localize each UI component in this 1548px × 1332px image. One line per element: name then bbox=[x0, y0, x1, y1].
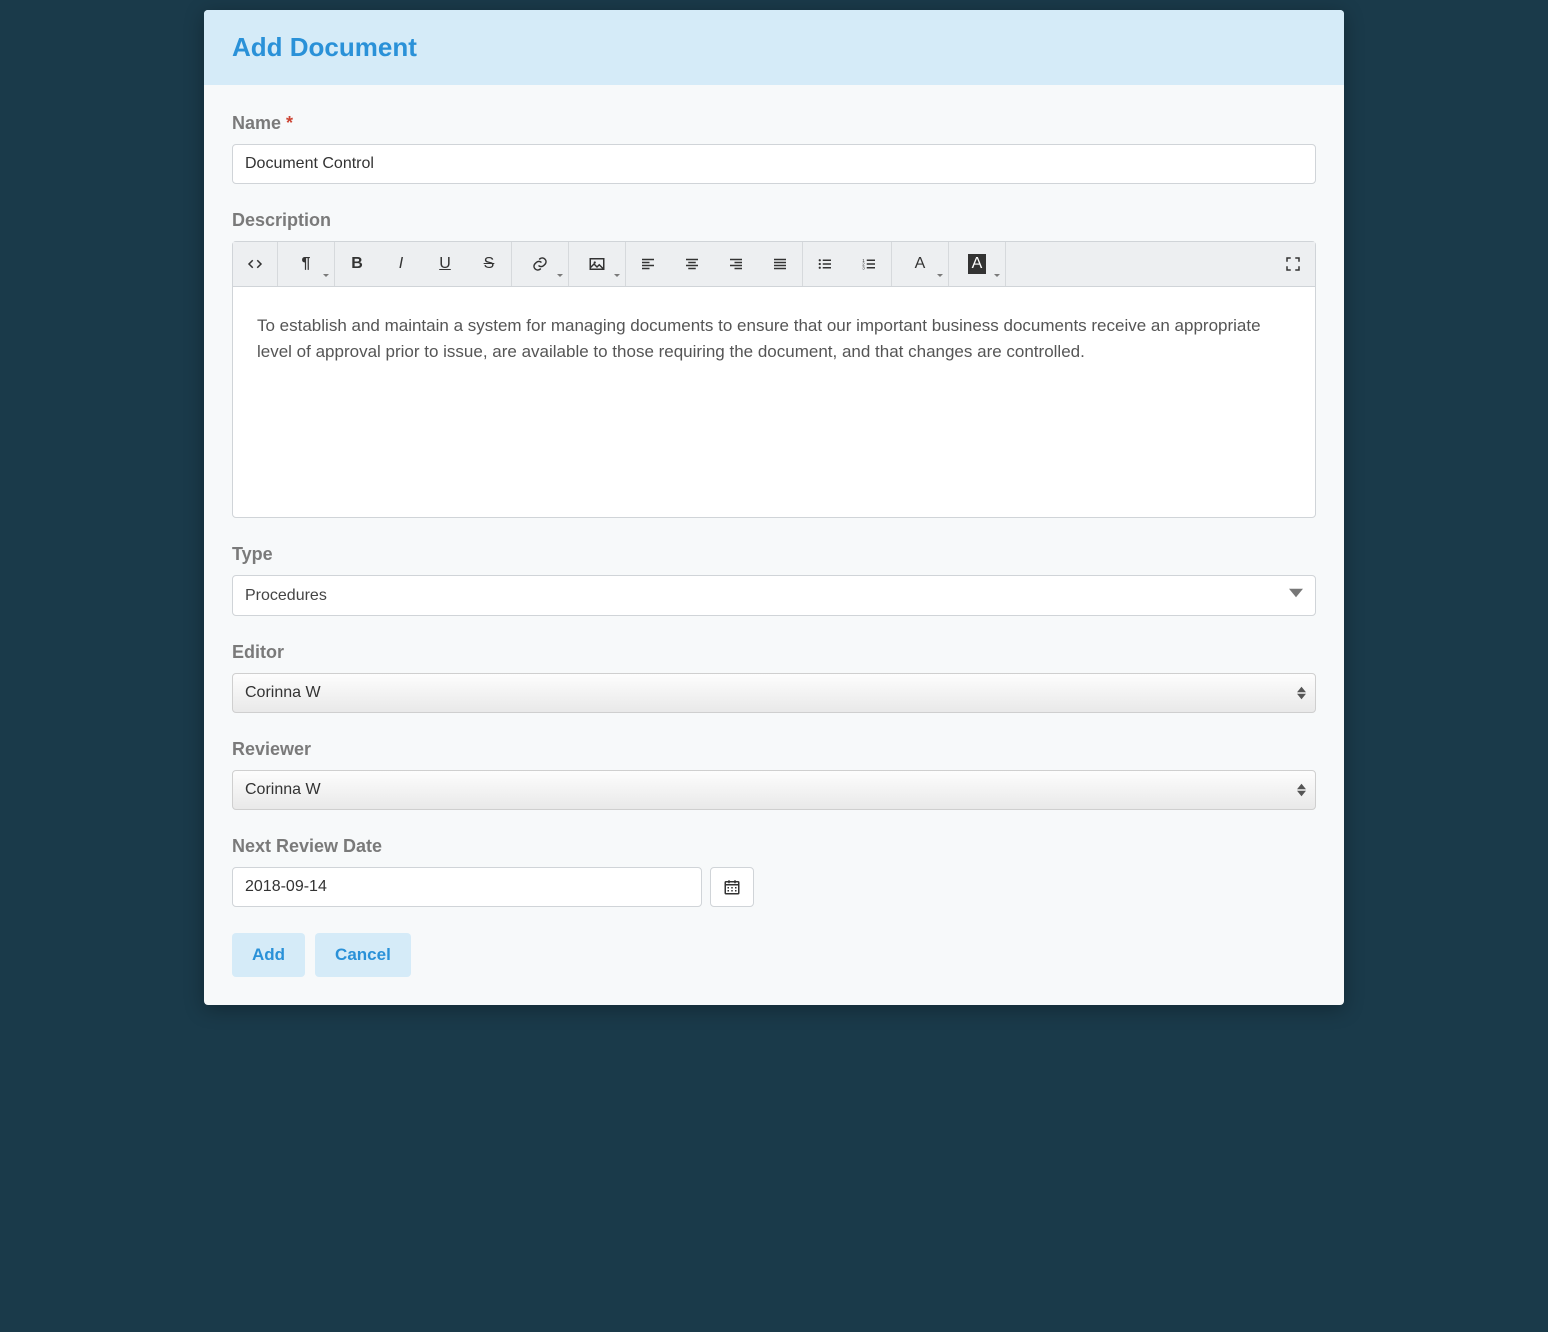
next-review-date-input[interactable] bbox=[232, 867, 702, 907]
editor-select[interactable]: Corinna W bbox=[232, 673, 1316, 713]
next-review-field-group: Next Review Date bbox=[232, 836, 1316, 907]
strikethrough-icon: S bbox=[484, 255, 495, 273]
action-row: Add Cancel bbox=[232, 933, 1316, 977]
italic-button[interactable]: I bbox=[379, 242, 423, 286]
editor-field-group: Editor Corinna W bbox=[232, 642, 1316, 713]
strikethrough-button[interactable]: S bbox=[467, 242, 511, 286]
align-left-button[interactable] bbox=[626, 242, 670, 286]
chevron-down-icon bbox=[1289, 586, 1303, 605]
insert-link-button[interactable] bbox=[512, 242, 568, 286]
type-select[interactable]: Procedures bbox=[232, 575, 1316, 616]
name-input[interactable] bbox=[232, 144, 1316, 184]
align-right-button[interactable] bbox=[714, 242, 758, 286]
bg-color-icon: A bbox=[968, 254, 987, 274]
underline-button[interactable]: U bbox=[423, 242, 467, 286]
italic-icon: I bbox=[399, 255, 403, 273]
required-marker: * bbox=[286, 113, 293, 133]
text-color-icon: A bbox=[915, 255, 926, 273]
bullet-list-icon bbox=[816, 255, 834, 273]
code-icon bbox=[246, 255, 264, 273]
description-textarea[interactable]: To establish and maintain a system for m… bbox=[233, 287, 1315, 517]
insert-image-button[interactable] bbox=[569, 242, 625, 286]
image-icon bbox=[588, 255, 606, 273]
cancel-button[interactable]: Cancel bbox=[315, 933, 411, 977]
description-label: Description bbox=[232, 210, 1316, 231]
add-button[interactable]: Add bbox=[232, 933, 305, 977]
align-justify-button[interactable] bbox=[758, 242, 802, 286]
reviewer-label: Reviewer bbox=[232, 739, 1316, 760]
modal-title: Add Document bbox=[232, 32, 1316, 63]
modal-header: Add Document bbox=[204, 10, 1344, 85]
reviewer-field-group: Reviewer Corinna W bbox=[232, 739, 1316, 810]
ordered-list-button[interactable]: 123 bbox=[847, 242, 891, 286]
name-label-text: Name bbox=[232, 113, 281, 133]
align-left-icon bbox=[639, 255, 657, 273]
link-icon bbox=[531, 255, 549, 273]
underline-icon: U bbox=[439, 255, 451, 273]
ordered-list-icon: 123 bbox=[860, 255, 878, 273]
reviewer-select[interactable]: Corinna W bbox=[232, 770, 1316, 810]
align-justify-icon bbox=[771, 255, 789, 273]
calendar-icon bbox=[723, 878, 741, 896]
modal-body: Name * Description ¶ bbox=[204, 85, 1344, 1005]
fullscreen-button[interactable] bbox=[1271, 242, 1315, 286]
editor-toolbar: ¶ B I U S bbox=[233, 242, 1315, 287]
next-review-label: Next Review Date bbox=[232, 836, 1316, 857]
rich-text-editor: ¶ B I U S bbox=[232, 241, 1316, 518]
text-color-button[interactable]: A bbox=[892, 242, 948, 286]
description-field-group: Description ¶ B I bbox=[232, 210, 1316, 518]
type-label: Type bbox=[232, 544, 1316, 565]
name-field-group: Name * bbox=[232, 113, 1316, 184]
reviewer-value: Corinna W bbox=[245, 781, 321, 798]
svg-text:3: 3 bbox=[862, 265, 865, 270]
pilcrow-icon: ¶ bbox=[302, 255, 311, 273]
bold-button[interactable]: B bbox=[335, 242, 379, 286]
align-right-icon bbox=[727, 255, 745, 273]
name-label: Name * bbox=[232, 113, 1316, 134]
align-center-icon bbox=[683, 255, 701, 273]
calendar-button[interactable] bbox=[710, 867, 754, 907]
paragraph-format-button[interactable]: ¶ bbox=[278, 242, 334, 286]
type-value: Procedures bbox=[245, 587, 327, 605]
editor-value: Corinna W bbox=[245, 684, 321, 701]
align-center-button[interactable] bbox=[670, 242, 714, 286]
fullscreen-icon bbox=[1284, 255, 1302, 273]
type-field-group: Type Procedures bbox=[232, 544, 1316, 616]
code-view-button[interactable] bbox=[233, 242, 277, 286]
background-color-button[interactable]: A bbox=[949, 242, 1005, 286]
add-document-modal: Add Document Name * Description bbox=[204, 10, 1344, 1005]
editor-label: Editor bbox=[232, 642, 1316, 663]
bold-icon: B bbox=[351, 255, 363, 273]
unordered-list-button[interactable] bbox=[803, 242, 847, 286]
